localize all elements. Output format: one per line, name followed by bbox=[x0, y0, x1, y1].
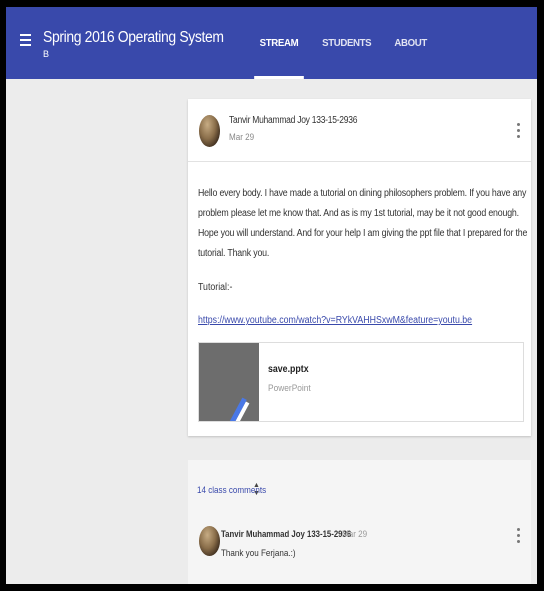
tutorial-label: Tutorial:- bbox=[198, 282, 233, 293]
post-card: Tanvir Muhammad Joy 133-15-2936 Mar 29 H… bbox=[188, 99, 531, 436]
post-text: Hello every body. I have made a tutorial… bbox=[198, 188, 528, 259]
comments-count[interactable]: 14 class comments bbox=[197, 485, 266, 496]
avatar[interactable] bbox=[199, 526, 220, 556]
comment-item: Tanvir Muhammad Joy 133-15-2936 Mar 29 T… bbox=[188, 517, 531, 577]
comments-section: 14 class comments ▲ ▼ Tanvir Muhammad Joy… bbox=[188, 460, 531, 584]
post-author: Tanvir Muhammad Joy 133-15-2936 bbox=[229, 115, 358, 126]
post-date[interactable]: Mar 29 bbox=[229, 132, 254, 143]
post-header: Tanvir Muhammad Joy 133-15-2936 Mar 29 bbox=[188, 99, 531, 162]
attachment-card[interactable]: save.pptx PowerPoint bbox=[198, 342, 524, 422]
tab-students[interactable]: STUDENTS bbox=[313, 7, 381, 79]
attachment-type: PowerPoint bbox=[268, 383, 311, 394]
top-app-bar: Spring 2016 Operating System B STREAM ST… bbox=[6, 7, 537, 79]
comment-date: Mar 29 bbox=[342, 529, 368, 540]
attachment-name: save.pptx bbox=[268, 364, 309, 375]
powerpoint-thumbnail-icon bbox=[199, 343, 259, 421]
youtube-link[interactable]: https://www.youtube.com/watch?v=RYkVAHHS… bbox=[198, 315, 472, 326]
course-section: B bbox=[43, 49, 50, 59]
tab-about[interactable]: ABOUT bbox=[386, 7, 437, 79]
menu-icon[interactable] bbox=[20, 34, 31, 46]
tab-stream[interactable]: STREAM bbox=[250, 7, 307, 79]
more-options-icon[interactable] bbox=[517, 123, 521, 141]
comment-author: Tanvir Muhammad Joy 133-15-2936 bbox=[221, 529, 352, 540]
nav-tabs: STREAM STUDENTS ABOUT bbox=[248, 7, 439, 79]
course-title[interactable]: Spring 2016 Operating System bbox=[43, 29, 224, 47]
class-comments-toggle[interactable]: 14 class comments ▲ ▼ bbox=[197, 482, 266, 498]
post-body: Hello every body. I have made a tutorial… bbox=[188, 162, 531, 436]
avatar[interactable] bbox=[199, 115, 220, 147]
classroom-window: Spring 2016 Operating System B STREAM ST… bbox=[6, 7, 537, 584]
comment-more-options-icon[interactable] bbox=[517, 528, 521, 546]
comment-text: Thank you Ferjana.:) bbox=[221, 548, 296, 559]
